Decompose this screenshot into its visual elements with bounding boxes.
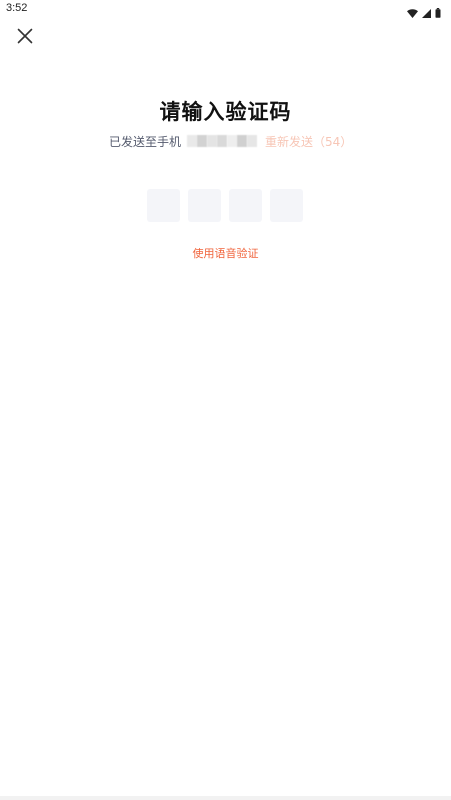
code-digit-input[interactable] (229, 189, 262, 222)
sent-to-phone-label: 已发送至手机 (109, 134, 182, 149)
close-button[interactable] (14, 27, 36, 49)
wifi-icon (407, 3, 418, 22)
code-digit-input[interactable] (188, 189, 221, 222)
sent-info: 已发送至手机 重新发送（54） (109, 132, 352, 150)
signal-icon (422, 3, 431, 22)
code-digit-input[interactable] (270, 189, 303, 222)
page-title: 请输入验证码 (159, 99, 292, 124)
battery-icon (435, 3, 441, 22)
status-bar: 3:52 (0, 0, 451, 18)
resend-button[interactable]: 重新发送（54） (265, 133, 352, 150)
verification-screen: 3:52 请输入验证码 已发送至手机 重新发送（54） 使用语音验证 (0, 0, 451, 800)
status-icons (407, 3, 441, 22)
code-digit-input[interactable] (147, 189, 180, 222)
phone-number-blurred (187, 134, 258, 148)
voice-verification-link[interactable]: 使用语音验证 (0, 245, 451, 261)
close-icon (17, 28, 33, 48)
bottom-divider (0, 796, 451, 800)
code-input-group (147, 189, 303, 222)
status-time: 3:52 (6, 2, 28, 14)
